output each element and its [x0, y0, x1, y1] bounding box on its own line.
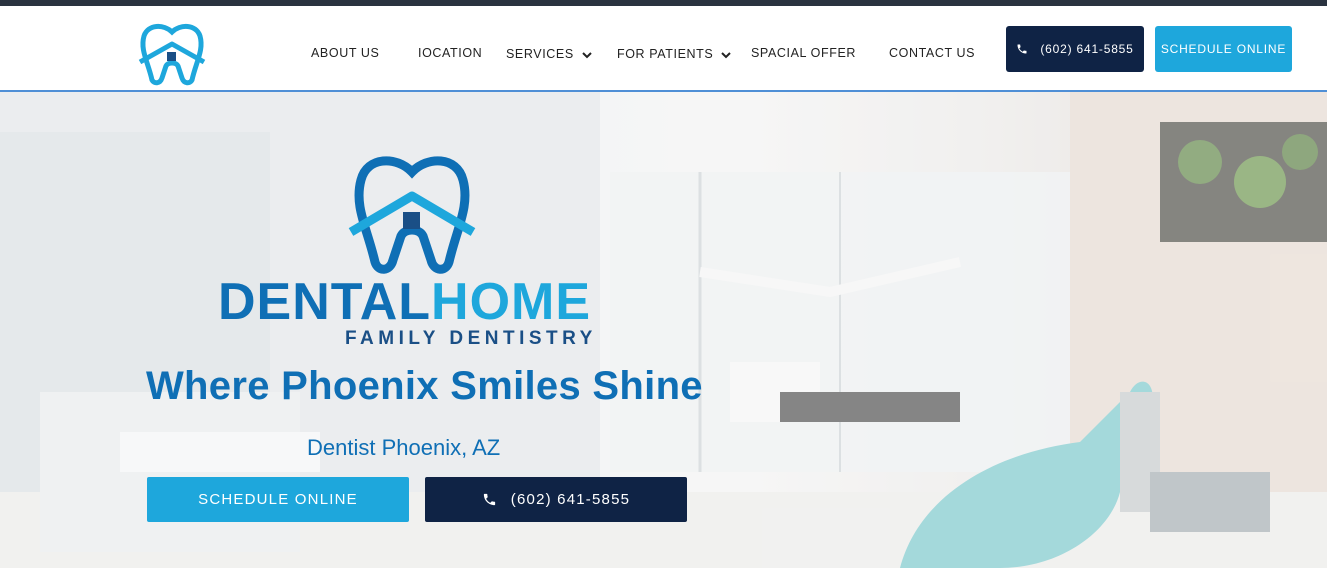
hero-subheadline: Dentist Phoenix, AZ [307, 435, 501, 460]
brand-part-home: HOME [431, 273, 592, 331]
phone-icon [483, 493, 495, 506]
nav-contact-us-label: CONTACT US [889, 46, 976, 60]
chevron-down-icon [582, 51, 592, 59]
hero-schedule-button[interactable]: SCHEDULE ONLINE [147, 477, 409, 522]
dental-home-logo-icon[interactable] [136, 22, 208, 86]
nav-location-label: IOCATION [418, 46, 483, 60]
nav-services[interactable]: SERVICES [506, 47, 593, 61]
site-header: ABOUT US IOCATION SERVICES FOR PATIENTS … [0, 6, 1327, 90]
header-phone-button[interactable]: (602) 641-5855 [1006, 26, 1144, 72]
brand-subtitle: FAMILY DENTISTRY [345, 328, 597, 349]
nav-about-us[interactable]: ABOUT US [311, 46, 379, 60]
hero-headline: Where Phoenix Smiles Shine [146, 364, 703, 408]
header-phone-label: (602) 641-5855 [1040, 42, 1134, 56]
hero-schedule-label: SCHEDULE ONLINE [198, 491, 358, 508]
dental-home-logo-large-icon [348, 156, 476, 274]
nav-services-label: SERVICES [506, 47, 574, 61]
nav-special-offer-label: SPACIAL OFFER [751, 46, 857, 60]
nav-contact-us[interactable]: CONTACT US [889, 46, 975, 60]
brand-wordmark: DENTALHOME [218, 276, 591, 328]
hero-phone-label: (602) 641-5855 [510, 491, 631, 508]
nav-about-us-label: ABOUT US [311, 46, 380, 60]
nav-special-offer[interactable]: SPACIAL OFFER [751, 46, 856, 60]
nav-location[interactable]: IOCATION [418, 46, 482, 60]
hero-phone-button[interactable]: (602) 641-5855 [425, 477, 687, 522]
brand-part-dental: DENTAL [218, 273, 432, 331]
chevron-down-icon [721, 51, 732, 59]
nav-for-patients-label: FOR PATIENTS [617, 47, 714, 61]
header-schedule-label: SCHEDULE ONLINE [1160, 42, 1287, 56]
nav-for-patients[interactable]: FOR PATIENTS [617, 47, 732, 61]
phone-icon [1017, 44, 1027, 54]
hero-section: DENTALHOME FAMILY DENTISTRY Where Phoeni… [0, 92, 1327, 568]
header-schedule-button[interactable]: SCHEDULE ONLINE [1155, 26, 1292, 72]
